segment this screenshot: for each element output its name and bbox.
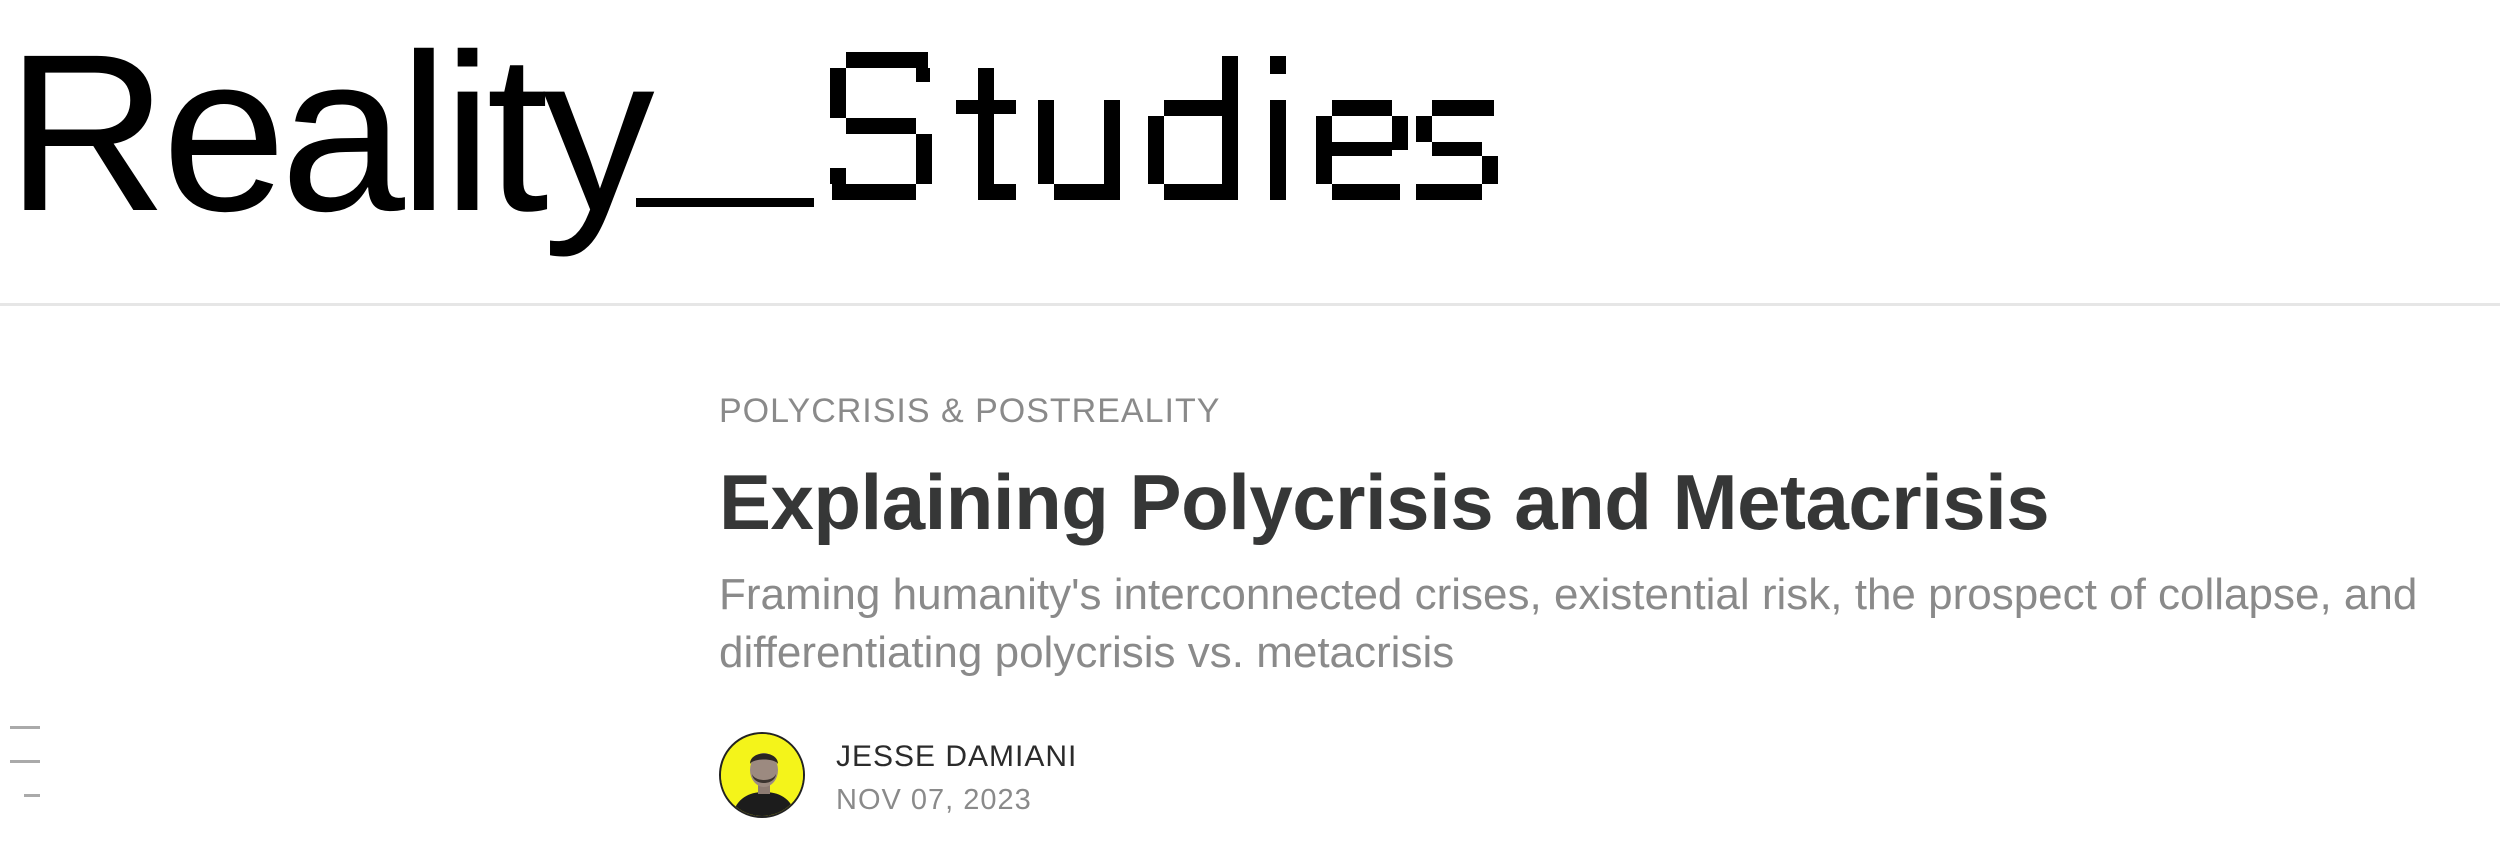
section-label[interactable]: POLYCRISIS & POSTREALITY bbox=[719, 386, 2459, 436]
table-of-contents-icon[interactable] bbox=[10, 722, 46, 802]
post-subtitle: Framing humanity's interconnected crises… bbox=[719, 570, 2418, 677]
svg-text:Reality: Reality bbox=[6, 8, 655, 258]
article-header: POLYCRISIS & POSTREALITY Explaining Poly… bbox=[719, 386, 2459, 818]
author-name[interactable]: JESSE DAMIANI bbox=[836, 740, 1077, 774]
publish-date: NOV 07, 2023 bbox=[836, 784, 1032, 816]
site-header: Reality bbox=[0, 0, 2500, 306]
avatar-portrait-icon bbox=[721, 734, 803, 816]
author-avatar[interactable] bbox=[719, 732, 805, 818]
logo-wordmark: Reality bbox=[6, 8, 1498, 258]
byline: JESSE DAMIANI NOV 07, 2023 bbox=[719, 732, 1519, 822]
post-title: Explaining Polycrisis and Metacrisis bbox=[719, 458, 2050, 546]
pixel-font-studies bbox=[830, 52, 1498, 200]
